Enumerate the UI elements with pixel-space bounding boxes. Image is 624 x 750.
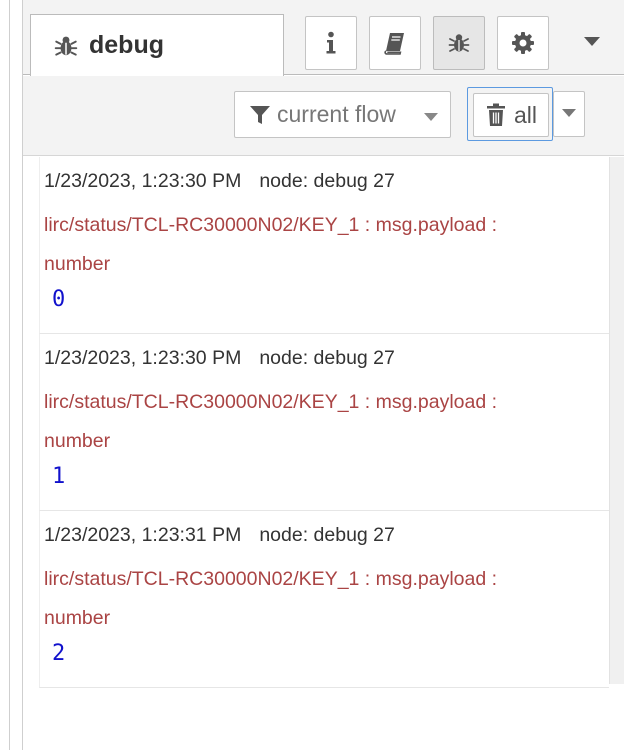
- message-topic: lirc/status/TCL-RC30000N02/KEY_1 : msg.p…: [44, 568, 498, 629]
- debug-message[interactable]: 1/23/2023, 1:23:30 PM node: debug 27 lirc…: [39, 157, 609, 334]
- trash-icon: [486, 103, 508, 127]
- bug-icon: [447, 31, 471, 55]
- sidebar-panel: debug current flow all 1/23/2023, 1:23:3…: [22, 0, 624, 750]
- debug-toolbar: current flow all: [23, 76, 624, 156]
- clear-all-label: all: [514, 101, 538, 128]
- book-icon: [383, 31, 407, 55]
- message-list-scrollbar[interactable]: [609, 157, 624, 684]
- message-payload-value[interactable]: 1: [52, 464, 65, 489]
- gear-icon: [511, 31, 535, 55]
- message-timestamp: 1/23/2023, 1:23:30 PM: [44, 170, 242, 192]
- message-node-link[interactable]: node: debug 27: [259, 347, 395, 369]
- debug-message[interactable]: 1/23/2023, 1:23:30 PM node: debug 27 lirc…: [39, 334, 609, 511]
- filter-icon: [249, 104, 271, 126]
- message-meta: 1/23/2023, 1:23:30 PM node: debug 27: [44, 170, 395, 193]
- debug-message[interactable]: 1/23/2023, 1:23:31 PM node: debug 27 lirc…: [39, 511, 609, 688]
- clear-messages-group: all: [467, 87, 585, 141]
- debug-sidebar-root: debug current flow all 1/23/2023, 1:23:3…: [0, 0, 624, 750]
- help-tab-button[interactable]: [369, 16, 421, 70]
- clear-all-button-face[interactable]: all: [473, 93, 549, 137]
- message-topic: lirc/status/TCL-RC30000N02/KEY_1 : msg.p…: [44, 391, 498, 452]
- message-timestamp: 1/23/2023, 1:23:31 PM: [44, 524, 242, 546]
- message-meta: 1/23/2023, 1:23:30 PM node: debug 27: [44, 347, 395, 370]
- message-payload-value[interactable]: 2: [52, 641, 65, 666]
- message-timestamp: 1/23/2023, 1:23:30 PM: [44, 347, 242, 369]
- sidebar-tab-bar: debug: [23, 0, 624, 76]
- workspace-edge: [0, 0, 10, 750]
- clear-all-button[interactable]: all: [467, 87, 553, 141]
- message-container: 1/23/2023, 1:23:30 PM node: debug 27 lirc…: [39, 157, 609, 688]
- caret-down-icon: [424, 109, 438, 127]
- debug-tab-button[interactable]: [433, 16, 485, 70]
- sidebar-menu-button[interactable]: [577, 26, 607, 60]
- caret-down-icon: [562, 105, 576, 123]
- tab-debug-label: debug: [89, 31, 164, 59]
- caret-down-icon: [584, 34, 600, 52]
- info-tab-button[interactable]: [305, 16, 357, 70]
- message-node-link[interactable]: node: debug 27: [259, 170, 395, 192]
- message-payload-value[interactable]: 0: [52, 287, 65, 312]
- message-node-link[interactable]: node: debug 27: [259, 524, 395, 546]
- filter-button[interactable]: current flow: [234, 91, 451, 138]
- message-topic: lirc/status/TCL-RC30000N02/KEY_1 : msg.p…: [44, 214, 498, 275]
- debug-message-list: 1/23/2023, 1:23:30 PM node: debug 27 lirc…: [23, 157, 624, 750]
- tab-debug[interactable]: debug: [30, 14, 284, 76]
- bug-icon: [53, 33, 79, 59]
- info-icon: [324, 31, 338, 55]
- config-tab-button[interactable]: [497, 16, 549, 70]
- clear-options-button[interactable]: [553, 91, 585, 137]
- message-meta: 1/23/2023, 1:23:31 PM node: debug 27: [44, 524, 395, 547]
- filter-label: current flow: [277, 101, 396, 127]
